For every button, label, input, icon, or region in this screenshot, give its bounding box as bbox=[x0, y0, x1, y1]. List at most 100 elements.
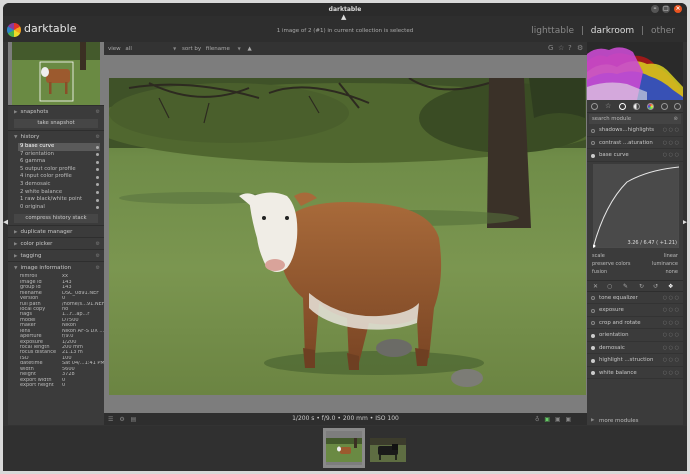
minimize-button[interactable]: – bbox=[651, 5, 659, 13]
module-header[interactable]: exposure ○ ○ ○ bbox=[587, 304, 683, 317]
styles-icon[interactable]: ▤ bbox=[131, 416, 137, 423]
bulb-icon[interactable]: ♁ bbox=[535, 416, 539, 423]
snapshots-section[interactable]: ▶ snapshots ⚙ bbox=[8, 105, 104, 117]
history-item[interactable]: 6 gamma bbox=[18, 158, 100, 166]
module-options-icon[interactable]: ○ ○ ○ bbox=[663, 137, 679, 150]
curve-setting-row[interactable]: fusion none bbox=[587, 268, 683, 276]
histogram[interactable] bbox=[587, 42, 683, 100]
view-other[interactable]: other bbox=[651, 26, 675, 36]
module-header[interactable]: crop and rotate ○ ○ ○ bbox=[587, 317, 683, 330]
module-power-icon[interactable] bbox=[591, 128, 595, 133]
module-header[interactable]: contrast ...aturation ○ ○ ○ bbox=[587, 137, 683, 150]
tone-group-icon[interactable] bbox=[633, 103, 640, 110]
module-options-icon[interactable]: ○ ○ ○ bbox=[663, 342, 679, 355]
history-section[interactable]: ▼ history ⚙ bbox=[8, 130, 104, 142]
curve-setting-row[interactable]: preserve colors luminance bbox=[587, 260, 683, 268]
module-power-icon[interactable] bbox=[591, 371, 595, 375]
effect-group-icon[interactable] bbox=[674, 103, 681, 110]
module-header[interactable]: orientation ○ ○ ○ bbox=[587, 329, 683, 342]
module-header[interactable]: tone equalizer ○ ○ ○ bbox=[587, 292, 683, 305]
top-panel-toggle-icon[interactable]: ▲ bbox=[341, 13, 346, 21]
gamut-icon[interactable]: ▣ bbox=[566, 416, 572, 423]
base-group-icon[interactable] bbox=[619, 103, 626, 110]
module-power-icon[interactable] bbox=[591, 141, 595, 145]
module-options-icon[interactable]: ○ ○ ○ bbox=[663, 149, 679, 162]
rotate-icon[interactable]: ↻ bbox=[639, 283, 644, 290]
search-module-input[interactable]: search module ⊗ bbox=[589, 114, 681, 124]
module-options-icon[interactable]: ○ ○ ○ bbox=[663, 292, 679, 305]
main-photo[interactable] bbox=[109, 78, 586, 395]
power-icon[interactable] bbox=[591, 103, 598, 110]
star-icon[interactable]: ☆ bbox=[605, 102, 612, 110]
module-power-icon[interactable] bbox=[591, 296, 595, 300]
image-canvas[interactable] bbox=[104, 55, 587, 413]
module-options-icon[interactable]: ○ ○ ○ bbox=[663, 304, 679, 317]
menu-icon[interactable]: ☰ bbox=[108, 416, 113, 423]
module-power-icon[interactable] bbox=[591, 333, 595, 338]
section-options-icon[interactable]: ⚙ bbox=[96, 131, 100, 143]
navigation-thumbnail[interactable] bbox=[8, 42, 104, 105]
take-snapshot-button[interactable]: take snapshot bbox=[14, 119, 98, 128]
gear-icon[interactable]: ⚙ bbox=[577, 42, 583, 55]
image-info-value: 21.13 m bbox=[62, 350, 83, 356]
module-header[interactable]: demosaic ○ ○ ○ bbox=[587, 342, 683, 355]
sort-order-icon[interactable]: ▲ bbox=[247, 46, 251, 52]
module-options-icon[interactable]: ○ ○ ○ bbox=[663, 124, 679, 137]
curve-setting-value[interactable]: linear bbox=[664, 252, 678, 260]
base-curve-graph[interactable]: 3.26 / 6.47 ( +1.21) bbox=[592, 163, 680, 248]
help-icon[interactable]: ? bbox=[568, 42, 572, 55]
color-group-icon[interactable] bbox=[647, 103, 654, 110]
module-options-icon[interactable]: ○ ○ ○ bbox=[663, 317, 679, 330]
history-item[interactable]: 0 original bbox=[18, 204, 100, 212]
module-header[interactable]: base curve ○ ○ ○ bbox=[587, 149, 683, 162]
correct-group-icon[interactable] bbox=[661, 103, 668, 110]
history-item[interactable]: 4 input color profile bbox=[18, 173, 100, 181]
module-header[interactable]: highlight ...struction ○ ○ ○ bbox=[587, 354, 683, 367]
tagging-section[interactable]: ▶ tagging ⚙ bbox=[8, 249, 104, 261]
presets-icon[interactable]: ⚙ bbox=[119, 416, 124, 423]
history-item[interactable]: 5 output color profile bbox=[18, 166, 100, 174]
history-item[interactable]: 7 orientation bbox=[18, 151, 100, 159]
section-options-icon[interactable]: ⚙ bbox=[96, 262, 100, 274]
grouping-icon[interactable]: G bbox=[548, 42, 553, 55]
maximize-button[interactable]: □ bbox=[662, 5, 670, 13]
history-item[interactable]: 9 base curve bbox=[18, 143, 100, 151]
clear-search-icon[interactable]: ⊗ bbox=[674, 114, 678, 124]
close-icon[interactable]: ✕ bbox=[593, 283, 598, 290]
module-options-icon[interactable]: ○ ○ ○ bbox=[663, 367, 679, 380]
view-lighttable[interactable]: lighttable bbox=[531, 26, 574, 36]
duplicate-manager-section[interactable]: ▶ duplicate manager bbox=[8, 225, 104, 237]
curve-setting-value[interactable]: none bbox=[666, 268, 678, 276]
module-power-icon[interactable] bbox=[591, 153, 595, 158]
module-power-icon[interactable] bbox=[591, 308, 595, 313]
history-item[interactable]: 3 demosaic bbox=[18, 181, 100, 189]
module-power-icon[interactable] bbox=[591, 321, 595, 325]
module-options-icon[interactable]: ○ ○ ○ bbox=[663, 354, 679, 367]
reset-icon[interactable]: ↺ bbox=[653, 283, 658, 290]
circle-icon[interactable]: ○ bbox=[607, 283, 612, 290]
presets-icon[interactable]: ❖ bbox=[668, 283, 673, 290]
color-assessment-icon[interactable]: ▣ bbox=[544, 416, 550, 423]
module-header[interactable]: shadows...highlights ○ ○ ○ bbox=[587, 124, 683, 137]
softproof-icon[interactable]: ▣ bbox=[555, 416, 561, 423]
curve-setting-row[interactable]: scale linear bbox=[587, 252, 683, 260]
history-item[interactable]: 1 raw black/white point bbox=[18, 196, 100, 204]
module-header[interactable]: white balance ○ ○ ○ bbox=[587, 367, 683, 380]
module-options-icon[interactable]: ○ ○ ○ bbox=[663, 329, 679, 342]
image-information-section[interactable]: ▼ image information ⚙ bbox=[8, 261, 104, 273]
module-power-icon[interactable] bbox=[591, 358, 595, 363]
module-power-icon[interactable] bbox=[591, 346, 595, 350]
filmstrip-thumbnail[interactable] bbox=[367, 428, 409, 468]
section-options-icon[interactable]: ⚙ bbox=[96, 106, 100, 118]
view-darkroom[interactable]: darkroom bbox=[591, 26, 634, 36]
color-picker-section[interactable]: ▶ color picker ⚙ bbox=[8, 237, 104, 249]
filmstrip-thumbnail[interactable] bbox=[323, 428, 365, 468]
history-status-icon bbox=[96, 198, 99, 202]
close-button[interactable]: × bbox=[674, 5, 682, 13]
history-item[interactable]: 2 white balance bbox=[18, 189, 100, 197]
pencil-icon[interactable]: ✎ bbox=[623, 283, 628, 290]
compress-history-button[interactable]: compress history stack bbox=[14, 214, 98, 224]
curve-setting-value[interactable]: luminance bbox=[652, 260, 678, 268]
history-status-icon bbox=[96, 160, 99, 164]
star-icon[interactable]: ☆ bbox=[558, 42, 564, 55]
